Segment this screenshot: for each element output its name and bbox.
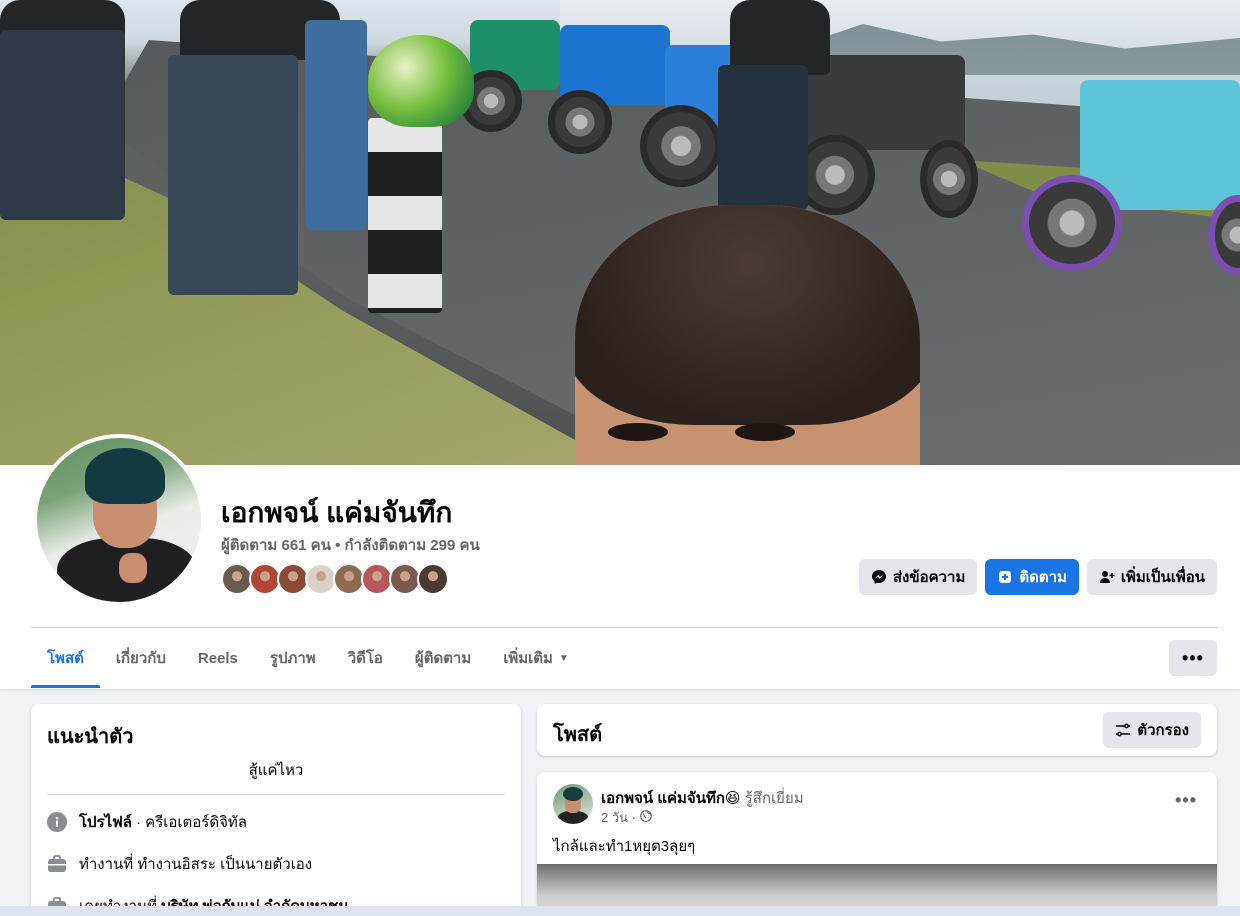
cover-person-legs (0, 30, 125, 220)
tab-more[interactable]: เพิ่มเติม ▼ (487, 628, 585, 688)
intro-row-work: ทำงานที่ ทำงานอิสระ เป็นนายตัวเอง (47, 852, 312, 876)
profile-actions: ส่งข้อความ ติดตาม เพิ่มเป็นเพื่อน (858, 559, 1217, 595)
add-friend-button-label: เพิ่มเป็นเพื่อน (1120, 569, 1205, 586)
cover-person (730, 0, 830, 75)
tab-photos[interactable]: รูปภาพ (254, 628, 332, 688)
message-button-label: ส่งข้อความ (892, 569, 966, 586)
follow-icon (999, 571, 1012, 583)
cover-helmet (368, 35, 474, 127)
post-time[interactable]: 2 วัน · (601, 807, 636, 828)
tab-about[interactable]: เกี่ยวกับ (100, 628, 182, 688)
caret-down-icon: ▼ (558, 652, 569, 664)
post-feeling: รู้สึกเยี่ยม (740, 790, 804, 807)
filter-button-label: ตัวกรอง (1137, 722, 1189, 739)
cover-wheel (920, 140, 978, 218)
tab-posts[interactable]: โพสต์ (31, 628, 100, 688)
profile-name: เอกพจน์ แค่มจันทึก (221, 497, 453, 528)
os-taskbar (0, 906, 1240, 916)
avatar-hand (119, 553, 147, 583)
cover-selfie-eye (608, 423, 668, 441)
intro-card: แนะนำตัว สู้แค่ไหว โปรไฟล์ · ครีเอเตอร์ด… (31, 704, 521, 916)
profile-tabs: โพสต์ เกี่ยวกับ Reels รูปภาพ วิดีโอ ผู้ต… (31, 628, 585, 688)
cover-wheel (640, 105, 722, 187)
post-card: เอกพจน์ แค่มจันทึก😆 รู้สึกเยี่ยม 2 วัน ·… (537, 772, 1217, 916)
avatar-photo (37, 438, 201, 602)
cover-photo[interactable] (0, 0, 1240, 465)
cover-wheel (1022, 175, 1122, 271)
tab-label: Reels (197, 649, 238, 667)
post-meta: 2 วัน · (601, 807, 652, 828)
tab-videos[interactable]: วิดีโอ (332, 628, 399, 688)
post-text: ไกล้และทำ1หยุด3ลุยๆ (553, 838, 696, 855)
tab-label: วิดีโอ (347, 650, 383, 667)
tab-followers[interactable]: ผู้ติดตาม (399, 628, 487, 688)
avatar-hair (85, 448, 165, 504)
intro-row-text: ทำงานที่ ทำงานอิสระ เป็นนายตัวเอง (79, 856, 313, 873)
cover-road-post (368, 118, 442, 313)
add-friend-icon (1099, 571, 1115, 583)
tab-label: เพิ่มเติม (503, 650, 553, 667)
posts-title: โพสต์ (553, 724, 603, 746)
cover-selfie-hair (575, 205, 920, 425)
tab-label: โพสต์ (47, 650, 84, 667)
follow-button-label: ติดตาม (1019, 569, 1067, 586)
cover-selfie-face (575, 205, 920, 465)
filter-button[interactable]: ตัวกรอง (1103, 712, 1201, 748)
post-options-button[interactable]: ••• (1175, 790, 1197, 811)
avatar-hair (563, 787, 583, 801)
cover-wheel (548, 90, 612, 154)
post-author-avatar[interactable] (553, 784, 593, 824)
cover-person-legs (305, 20, 367, 230)
intro-bio: สู้แค่ไหว (47, 758, 505, 795)
intro-title: แนะนำตัว (47, 726, 134, 748)
filter-icon (1116, 723, 1131, 737)
tab-label: เกี่ยวกับ (115, 650, 166, 667)
post-author-name[interactable]: เอกพจน์ แค่มจันทึก (601, 790, 725, 807)
posts-header-card: โพสต์ ตัวกรอง (537, 704, 1217, 756)
profile-avatar[interactable] (33, 434, 205, 606)
followers-count[interactable]: ผู้ติดตาม 661 คน • กำลังติดตาม 299 คน (221, 533, 480, 557)
messenger-icon (871, 570, 886, 584)
intro-row-bold: โปรไฟล์ (79, 814, 132, 831)
friend-avatar[interactable] (417, 563, 449, 595)
briefcase-icon (47, 854, 67, 874)
follow-button[interactable]: ติดตาม (985, 559, 1079, 595)
info-icon (47, 812, 67, 832)
friend-avatars[interactable] (221, 563, 449, 595)
cover-person-legs (718, 65, 808, 210)
globe-icon (640, 810, 652, 825)
cover-selfie-eye (735, 423, 795, 441)
intro-row-text: · ครีเอเตอร์ดิจิทัล (136, 814, 247, 831)
laughing-emoji-icon: 😆 (724, 790, 741, 807)
intro-row-profile: โปรไฟล์ · ครีเอเตอร์ดิจิทัล (47, 810, 247, 834)
cover-person-legs (168, 55, 298, 295)
tab-label: ผู้ติดตาม (414, 650, 472, 667)
tab-label: รูปภาพ (269, 650, 316, 667)
more-options-button[interactable]: ••• (1169, 640, 1217, 676)
add-friend-button[interactable]: เพิ่มเป็นเพื่อน (1086, 559, 1217, 595)
tab-reels[interactable]: Reels (182, 628, 254, 688)
message-button[interactable]: ส่งข้อความ (858, 559, 978, 595)
